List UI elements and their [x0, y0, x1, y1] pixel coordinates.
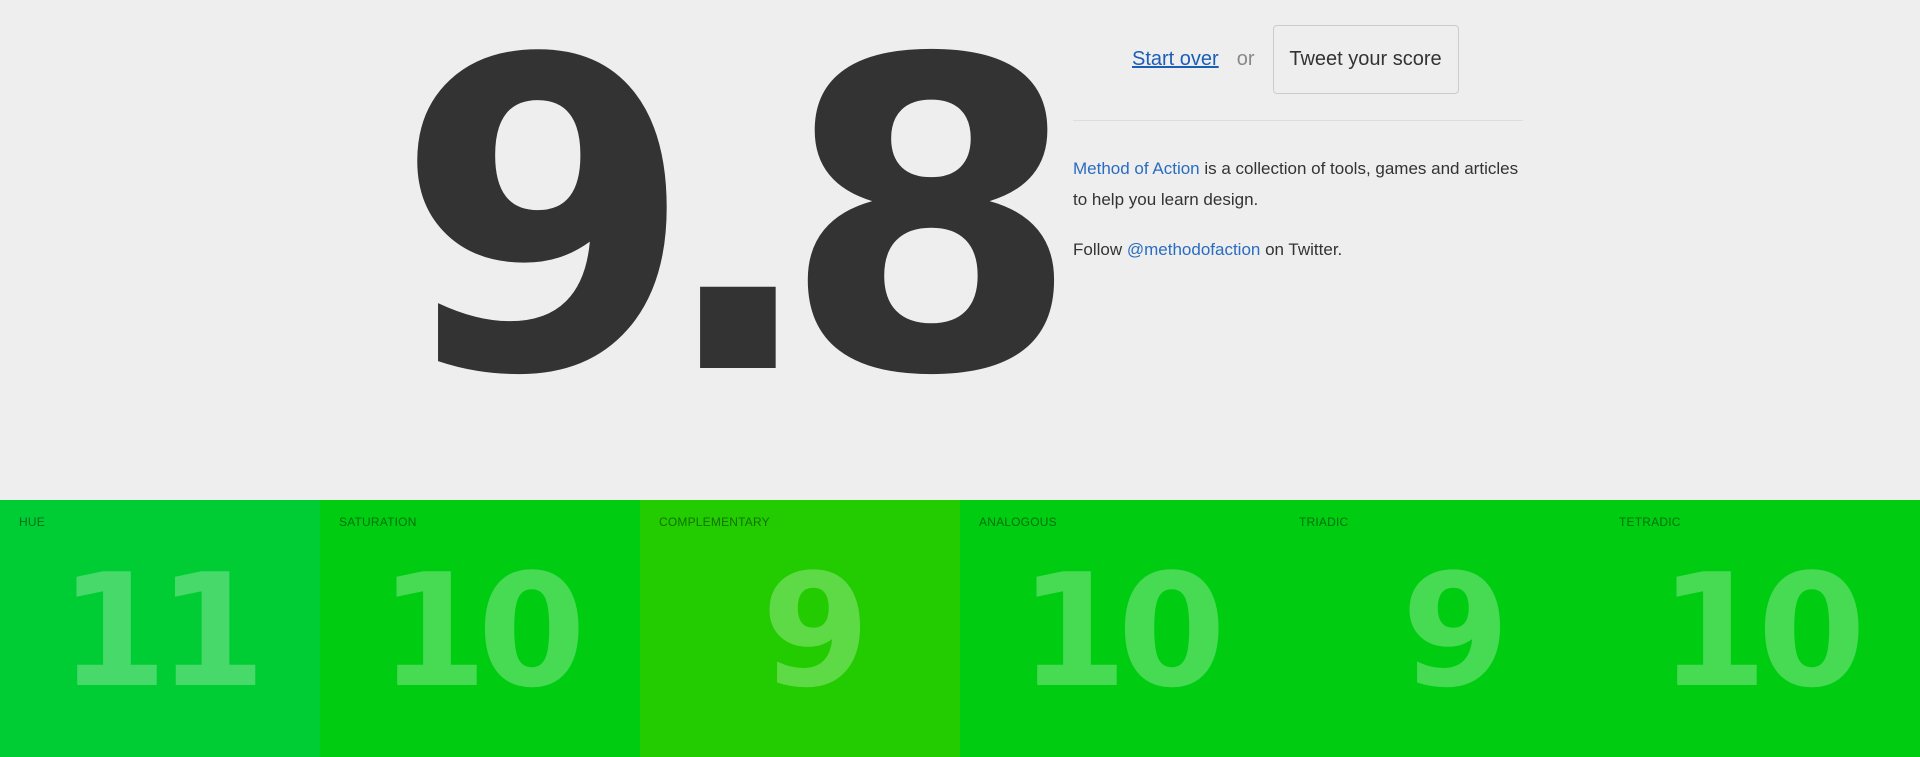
tile-analogous: ANALOGOUS 10 — [960, 500, 1280, 757]
tile-score: 10 — [378, 540, 586, 722]
follow-suffix: on Twitter. — [1260, 240, 1343, 259]
follow-text: Follow @methodofaction on Twitter. — [1073, 234, 1533, 265]
tile-hue: HUE 11 — [0, 500, 320, 757]
tile-saturation: SATURATION 10 — [320, 500, 640, 757]
tile-score: 9 — [1401, 540, 1510, 722]
category-scores: HUE 11 SATURATION 10 COMPLEMENTARY 9 ANA… — [0, 500, 1920, 757]
tile-label: TRIADIC — [1299, 515, 1349, 529]
tile-label: COMPLEMENTARY — [659, 515, 770, 529]
or-separator: or — [1236, 47, 1255, 70]
tweet-score-button[interactable]: Tweet your score — [1272, 24, 1459, 94]
about-text: Method of Action is a collection of tool… — [1073, 153, 1533, 215]
tile-complementary: COMPLEMENTARY 9 — [640, 500, 960, 757]
start-over-link[interactable]: Start over — [1132, 48, 1219, 71]
tile-score: 10 — [1018, 540, 1226, 722]
tile-label: ANALOGOUS — [979, 515, 1057, 529]
tile-triadic: TRIADIC 9 — [1280, 500, 1600, 757]
tile-label: HUE — [19, 515, 45, 529]
tile-score: 10 — [1658, 540, 1866, 722]
tile-label: TETRADIC — [1619, 515, 1681, 529]
tile-tetradic: TETRADIC 10 — [1600, 500, 1920, 757]
tile-score: 11 — [58, 540, 266, 722]
method-of-action-link[interactable]: Method of Action — [1073, 159, 1200, 178]
score-actions: Start over or Tweet your score — [1132, 24, 1459, 94]
tile-score: 9 — [761, 540, 870, 722]
overall-score: 9.8 — [395, 0, 1081, 470]
twitter-handle-link[interactable]: @methodofaction — [1127, 240, 1261, 259]
follow-prefix: Follow — [1073, 240, 1127, 259]
results-header: 9.8 Start over or Tweet your score Metho… — [0, 0, 1920, 500]
tile-label: SATURATION — [339, 515, 417, 529]
divider — [1073, 120, 1523, 121]
